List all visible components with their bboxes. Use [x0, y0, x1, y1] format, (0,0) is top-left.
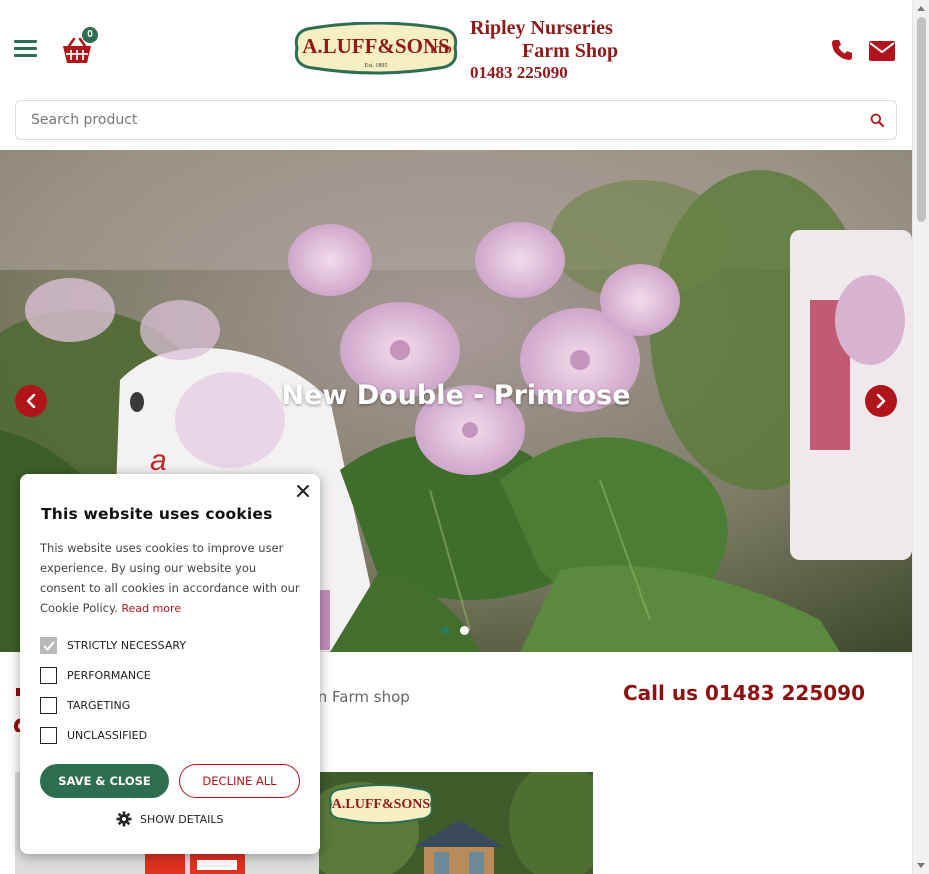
mail-icon[interactable]	[869, 41, 895, 61]
svg-text:A.LUFF&SONS: A.LUFF&SONS	[302, 34, 450, 58]
slider-dot-2[interactable]	[460, 626, 469, 635]
slider-prev-button[interactable]	[15, 385, 47, 417]
shop-phone: 01483 225090	[470, 63, 568, 82]
luff-sons-logo[interactable]: A.LUFF&SONS LTD Est. 1895	[293, 22, 459, 75]
scroll-down-icon[interactable]	[917, 863, 925, 868]
svg-text:a: a	[150, 444, 167, 477]
site-header: 0 A.LUFF&SONS LTD Est. 1895 Ripley Nurse…	[0, 0, 912, 100]
product-card-summerhouse[interactable]: A.LUFF&SONS	[319, 772, 593, 874]
option-label: PERFORMANCE	[67, 669, 151, 682]
cookie-description: This website uses cookies to improve use…	[40, 538, 302, 619]
basket-count-badge: 0	[82, 27, 98, 43]
shop-name: Ripley Nurseries Farm Shop 01483 225090	[470, 17, 618, 83]
show-details-label: SHOW DETAILS	[140, 813, 224, 826]
option-label: UNCLASSIFIED	[67, 729, 148, 742]
slider-next-button[interactable]	[865, 385, 897, 417]
page-scrollbar[interactable]	[912, 0, 929, 874]
shop-name-line1: Ripley Nurseries	[470, 17, 613, 39]
targeting-checkbox[interactable]	[40, 697, 57, 714]
search-icon[interactable]	[870, 113, 884, 127]
chevron-right-icon	[876, 394, 886, 408]
phone-icon[interactable]	[831, 39, 853, 61]
unclassified-checkbox[interactable]	[40, 727, 57, 744]
option-label: STRICTLY NECESSARY	[67, 639, 187, 652]
cookie-title: This website uses cookies	[41, 505, 273, 523]
save-close-button[interactable]: SAVE & CLOSE	[40, 764, 169, 798]
chevron-left-icon	[26, 394, 36, 408]
scroll-up-icon[interactable]	[917, 6, 925, 11]
hero-slide-title: New Double - Primrose	[281, 380, 631, 411]
read-more-link[interactable]: Read more	[121, 602, 181, 615]
call-us-link[interactable]: Call us 01483 225090	[623, 681, 865, 705]
option-label: TARGETING	[67, 699, 131, 712]
strictly-necessary-checkbox[interactable]	[40, 637, 57, 654]
svg-text:LTD: LTD	[430, 44, 452, 56]
summerhouse-image: A.LUFF&SONS	[319, 772, 593, 874]
menu-icon[interactable]	[14, 40, 37, 60]
gear-icon	[116, 811, 132, 827]
slider-dot-1[interactable]	[441, 626, 450, 635]
search-input[interactable]	[17, 102, 857, 138]
checkmark-icon	[43, 641, 55, 651]
svg-text:Est. 1895: Est. 1895	[365, 63, 388, 69]
performance-checkbox[interactable]	[40, 667, 57, 684]
decline-all-button[interactable]: DECLINE ALL	[179, 764, 300, 798]
close-icon[interactable]	[296, 484, 310, 498]
search-bar	[15, 100, 897, 140]
slider-dots	[441, 622, 479, 640]
cookie-consent-dialog: This website uses cookies This website u…	[20, 474, 320, 854]
scrollbar-thumb[interactable]	[917, 17, 926, 222]
svg-text:A.LUFF&SONS: A.LUFF&SONS	[332, 797, 431, 812]
shop-name-line2: Farm Shop	[522, 40, 619, 62]
